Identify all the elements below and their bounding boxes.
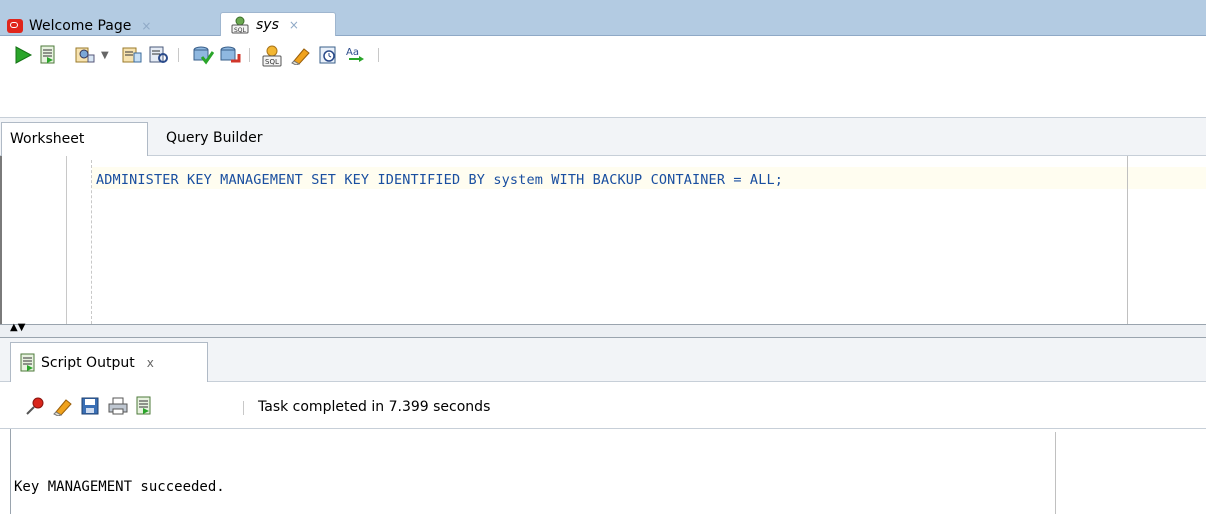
output-message: Key MANAGEMENT succeeded. <box>14 479 225 495</box>
tab-welcome-page[interactable]: Welcome Page × <box>7 16 217 36</box>
print-icon[interactable] <box>107 396 129 420</box>
toolbar-separator <box>243 401 244 415</box>
splitter-arrows-icon[interactable]: ▲▼ <box>10 322 25 334</box>
gutter-divider <box>66 156 67 324</box>
task-status-text: Task completed in 7.399 seconds <box>258 399 491 415</box>
clear-output-icon[interactable] <box>52 396 74 420</box>
unshared-sql-icon[interactable]: SQL <box>260 45 284 71</box>
right-margin-line <box>1127 156 1128 326</box>
format-case-icon[interactable]: Aa <box>345 45 367 69</box>
tab-query-builder-label: Query Builder <box>166 130 263 146</box>
output-margin-line <box>1055 432 1056 514</box>
rollback-icon[interactable] <box>219 45 241 69</box>
tab-sys[interactable]: SQL sys × <box>220 12 336 36</box>
output-toolbar <box>0 382 1206 429</box>
tab-worksheet[interactable]: Worksheet <box>1 122 148 156</box>
history-icon[interactable] <box>318 45 340 69</box>
toolbar-separator <box>178 48 179 62</box>
toolbar-separator <box>378 48 379 62</box>
tab-query-builder[interactable]: Query Builder <box>166 130 263 146</box>
pane-splitter[interactable] <box>0 324 1206 338</box>
run-script-icon[interactable] <box>38 45 58 69</box>
save-icon[interactable] <box>80 396 100 420</box>
output-left-gutter <box>0 429 10 514</box>
dropdown-arrow-icon[interactable]: ▼ <box>101 50 109 61</box>
explain-plan-icon[interactable] <box>121 45 143 69</box>
close-icon[interactable]: × <box>289 18 299 32</box>
tab-worksheet-label: Worksheet <box>10 131 85 147</box>
sql-statement[interactable]: ADMINISTER KEY MANAGEMENT SET KEY IDENTI… <box>96 172 783 188</box>
svg-text:SQL: SQL <box>234 27 247 34</box>
worksheet-toolbar <box>0 36 1206 74</box>
commit-icon[interactable] <box>192 45 215 69</box>
script-output-area[interactable] <box>10 429 1206 514</box>
tab-script-output-label: Script Output <box>41 354 135 371</box>
run-statement-icon[interactable] <box>13 45 33 69</box>
indent-guide <box>91 160 92 324</box>
close-icon[interactable]: x <box>147 356 154 370</box>
clear-icon[interactable] <box>290 45 312 69</box>
svg-text:Aa: Aa <box>346 47 359 58</box>
tab-script-output[interactable]: Script Output x <box>10 342 208 382</box>
open-script-icon[interactable] <box>134 396 154 420</box>
toolbar-separator <box>249 48 250 62</box>
sql-tuning-icon[interactable] <box>148 45 170 69</box>
oracle-logo-icon <box>7 19 23 33</box>
close-icon[interactable]: × <box>141 19 151 33</box>
script-output-icon <box>19 353 37 373</box>
autotrace-icon[interactable] <box>74 45 96 69</box>
pin-icon[interactable] <box>24 396 46 420</box>
sql-user-icon: SQL <box>229 16 251 34</box>
tab-sys-label: sys <box>256 16 279 33</box>
tab-welcome-label: Welcome Page <box>29 18 132 34</box>
svg-text:SQL: SQL <box>265 58 279 66</box>
